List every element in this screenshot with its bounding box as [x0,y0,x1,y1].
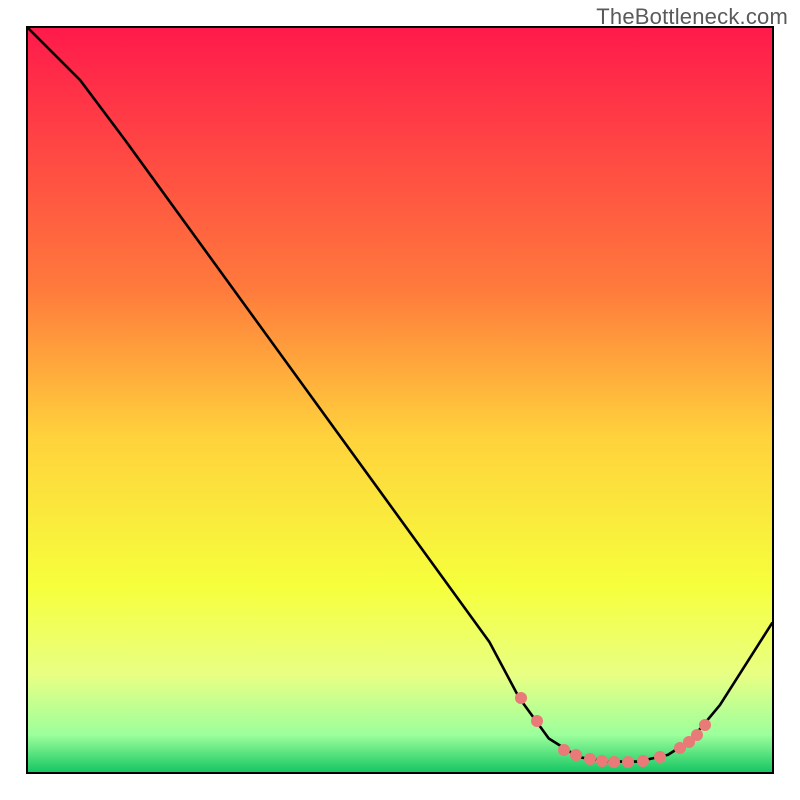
curve-marker [515,692,527,704]
curve-marker [637,755,649,767]
curve-marker [570,749,582,761]
curve-marker [531,715,543,727]
curve-marker [654,751,666,763]
curve-marker [699,719,711,731]
curve-marker [608,756,620,768]
curve-marker [584,753,596,765]
plot-area [26,26,774,774]
curve-marker [622,756,634,768]
curve-marker [691,729,703,741]
curve-marker [596,755,608,767]
bottleneck-curve [28,28,772,772]
bottleneck-chart: TheBottleneck.com [0,0,800,800]
